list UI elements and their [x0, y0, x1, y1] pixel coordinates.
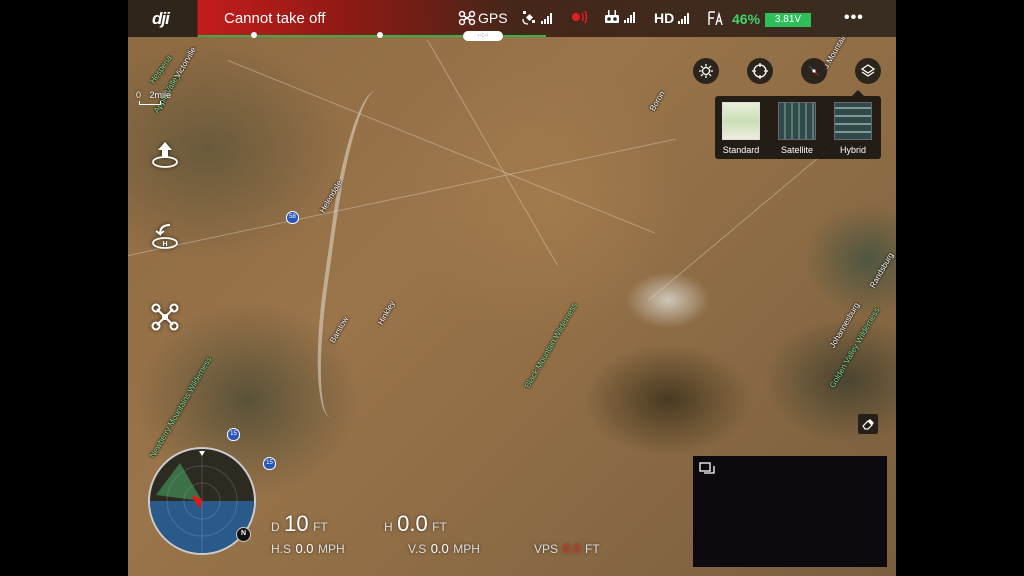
height-value: 0.0 — [397, 511, 428, 536]
aircraft-icon — [151, 303, 179, 331]
road — [427, 40, 558, 266]
camera-fov-cone — [156, 463, 202, 501]
layers-icon — [860, 64, 876, 77]
distance-value: 10 — [284, 511, 309, 536]
telemetry-distance: D 10 FT — [271, 511, 328, 537]
map-layers-button[interactable] — [855, 58, 881, 84]
map-label: Boron — [648, 89, 667, 113]
h-speed-unit: MPH — [318, 542, 345, 556]
map-view[interactable]: Apple Valley Victorville Hesperia Helend… — [128, 0, 896, 576]
return-home-button[interactable]: H — [146, 218, 184, 254]
aircraft-icon — [458, 10, 476, 26]
map-label: Newberry Mountains Wilderness — [148, 355, 214, 460]
satellite-icon — [522, 11, 535, 25]
map-scale: 0 2mile — [136, 90, 172, 105]
map-type-label: Hybrid — [839, 145, 866, 155]
distance-key: D — [271, 520, 280, 534]
settings-icon — [699, 64, 713, 78]
map-type-label: Standard — [722, 145, 760, 155]
scale-start: 0 — [136, 90, 142, 100]
camera-preview[interactable] — [693, 456, 887, 567]
locate-button[interactable] — [747, 58, 773, 84]
scale-bar — [139, 101, 161, 105]
map-label: Black Mountain Wilderness — [523, 301, 580, 390]
clear-path-button[interactable] — [858, 414, 878, 434]
gps-pill[interactable]: ··:·· — [463, 31, 503, 41]
telemetry-v-speed: V.S 0.0 MPH — [408, 540, 480, 558]
signal-bars — [541, 12, 552, 24]
progress-marker — [251, 32, 257, 38]
map-label: Victorville — [173, 45, 198, 80]
satellite-signal[interactable] — [521, 10, 552, 26]
compass-icon — [808, 65, 820, 77]
h-speed-value: 0.0 — [295, 541, 314, 556]
satellite-thumbnail — [778, 102, 816, 140]
panel-caret — [852, 90, 864, 96]
gps-status[interactable]: GPS — [458, 10, 508, 26]
eraser-icon — [862, 419, 874, 430]
recording-indicator[interactable] — [571, 10, 589, 24]
telemetry-height: H 0.0 FT — [384, 511, 447, 537]
v-speed-key: V.S — [408, 542, 427, 556]
swap-view-icon — [699, 462, 715, 474]
battery-icon — [708, 11, 723, 26]
map-type-panel: Standard Satellite Hybrid — [715, 90, 881, 159]
telemetry-h-speed: H.S 0.0 MPH — [271, 540, 345, 558]
v-speed-value: 0.0 — [430, 541, 449, 556]
highway-shield: 15 — [263, 457, 276, 470]
signal-bars — [678, 12, 690, 24]
hd-signal[interactable]: HD — [654, 10, 690, 26]
h-speed-key: H.S — [271, 542, 292, 556]
north-marker — [199, 451, 205, 456]
map-type-standard[interactable]: Standard — [721, 102, 761, 155]
remote-controller-icon — [605, 10, 619, 23]
status-bar: dji Cannot take off GPS ··:·· HD 46% 3.8… — [128, 0, 896, 41]
map-type-satellite[interactable]: Satellite — [777, 102, 817, 155]
height-unit: FT — [432, 520, 447, 534]
signal-bars — [624, 11, 635, 23]
battery-percent: 46% — [732, 11, 761, 27]
standard-thumbnail — [722, 102, 760, 140]
highway-shield: 58 — [286, 211, 299, 224]
map-type-hybrid[interactable]: Hybrid — [833, 102, 873, 155]
vps-value: 0.0 — [562, 541, 581, 556]
north-badge[interactable]: N — [236, 527, 251, 542]
v-speed-unit: MPH — [453, 542, 480, 556]
battery-voltage[interactable]: 3.81V — [765, 13, 811, 27]
highway-shield: 15 — [227, 428, 240, 441]
distance-unit: FT — [313, 520, 328, 534]
swap-view-button[interactable] — [699, 462, 715, 481]
takeoff-button[interactable] — [146, 137, 184, 173]
map-settings-button[interactable] — [693, 58, 719, 84]
scale-end: 2mile — [149, 90, 172, 100]
vps-unit: FT — [585, 542, 600, 556]
takeoff-icon — [152, 142, 178, 168]
map-type-label: Satellite — [780, 145, 814, 155]
telemetry-vps: VPS 0.0 FT — [534, 540, 600, 558]
height-key: H — [384, 520, 393, 534]
vps-key: VPS — [534, 542, 559, 556]
remote-signal[interactable] — [604, 10, 635, 24]
more-menu-icon[interactable]: ••• — [844, 9, 864, 27]
return-home-icon: H — [152, 224, 178, 249]
hybrid-thumbnail — [834, 102, 872, 140]
compass-button[interactable] — [801, 58, 827, 84]
hd-label: HD — [654, 10, 675, 26]
progress-marker — [377, 32, 383, 38]
status-message[interactable]: Cannot take off — [224, 10, 325, 27]
aircraft-heading-arrow — [191, 495, 202, 509]
riverbed — [305, 87, 415, 423]
map-label: Randsburg — [868, 251, 896, 290]
dji-logo[interactable]: dji — [152, 9, 170, 29]
aircraft-mode-button[interactable] — [146, 299, 184, 335]
battery-status[interactable] — [706, 10, 724, 26]
locate-icon — [752, 63, 768, 79]
svg-text:H: H — [162, 241, 167, 248]
record-icon — [572, 10, 588, 24]
gps-label: GPS — [478, 10, 508, 26]
road — [227, 60, 655, 234]
